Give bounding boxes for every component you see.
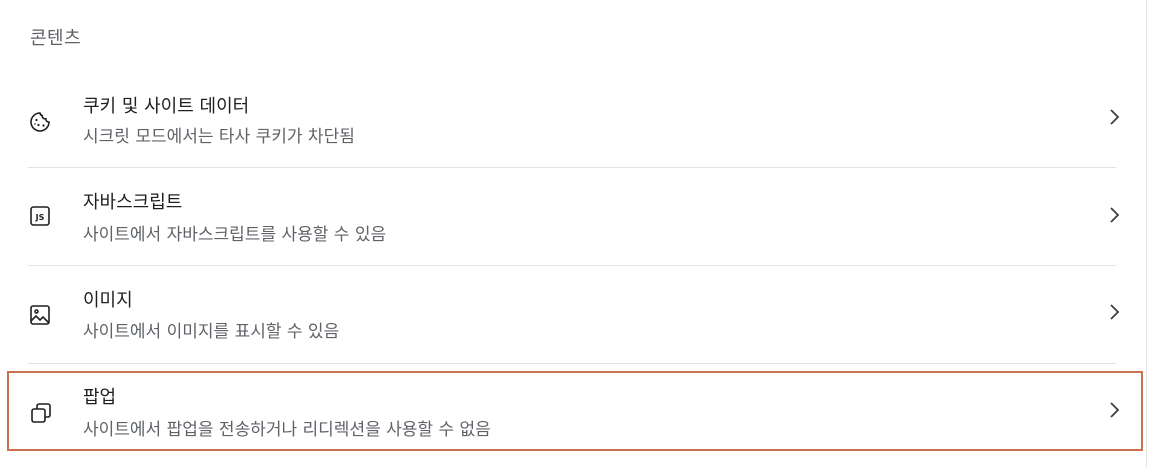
row-popups[interactable]: 팝업 사이트에서 팝업을 전송하거나 리디렉션을 사용할 수 없음	[7, 371, 1143, 451]
divider	[28, 363, 1116, 364]
popup-icon	[29, 401, 53, 425]
row-javascript[interactable]: JS 자바스크립트 사이트에서 자바스크립트를 사용할 수 있음	[7, 168, 1143, 265]
content-settings-panel: 콘텐츠 쿠키 및 사이트 데이터 시크릿 모드에서는 타사 쿠키가 차단됨 JS	[0, 0, 1147, 467]
row-title: 이미지	[83, 290, 133, 311]
row-subtitle: 사이트에서 이미지를 표시할 수 있음	[83, 322, 340, 342]
row-title: 쿠키 및 사이트 데이터	[83, 96, 250, 117]
row-title: 자바스크립트	[83, 192, 183, 213]
chevron-right-icon	[1107, 206, 1121, 224]
chevron-right-icon	[1107, 401, 1121, 419]
cookie-icon	[28, 110, 52, 134]
row-subtitle: 사이트에서 자바스크립트를 사용할 수 있음	[83, 225, 387, 245]
javascript-icon: JS	[28, 204, 52, 228]
row-cookies-and-site-data[interactable]: 쿠키 및 사이트 데이터 시크릿 모드에서는 타사 쿠키가 차단됨	[7, 80, 1143, 166]
section-title: 콘텐츠	[30, 28, 82, 49]
svg-text:JS: JS	[35, 213, 45, 222]
image-icon	[28, 303, 52, 327]
row-images[interactable]: 이미지 사이트에서 이미지를 표시할 수 있음	[7, 266, 1143, 363]
row-subtitle: 사이트에서 팝업을 전송하거나 리디렉션을 사용할 수 없음	[83, 420, 491, 440]
chevron-right-icon	[1107, 303, 1121, 321]
row-title: 팝업	[83, 387, 117, 408]
chevron-right-icon	[1107, 108, 1121, 126]
row-subtitle: 시크릿 모드에서는 타사 쿠키가 차단됨	[83, 127, 355, 147]
